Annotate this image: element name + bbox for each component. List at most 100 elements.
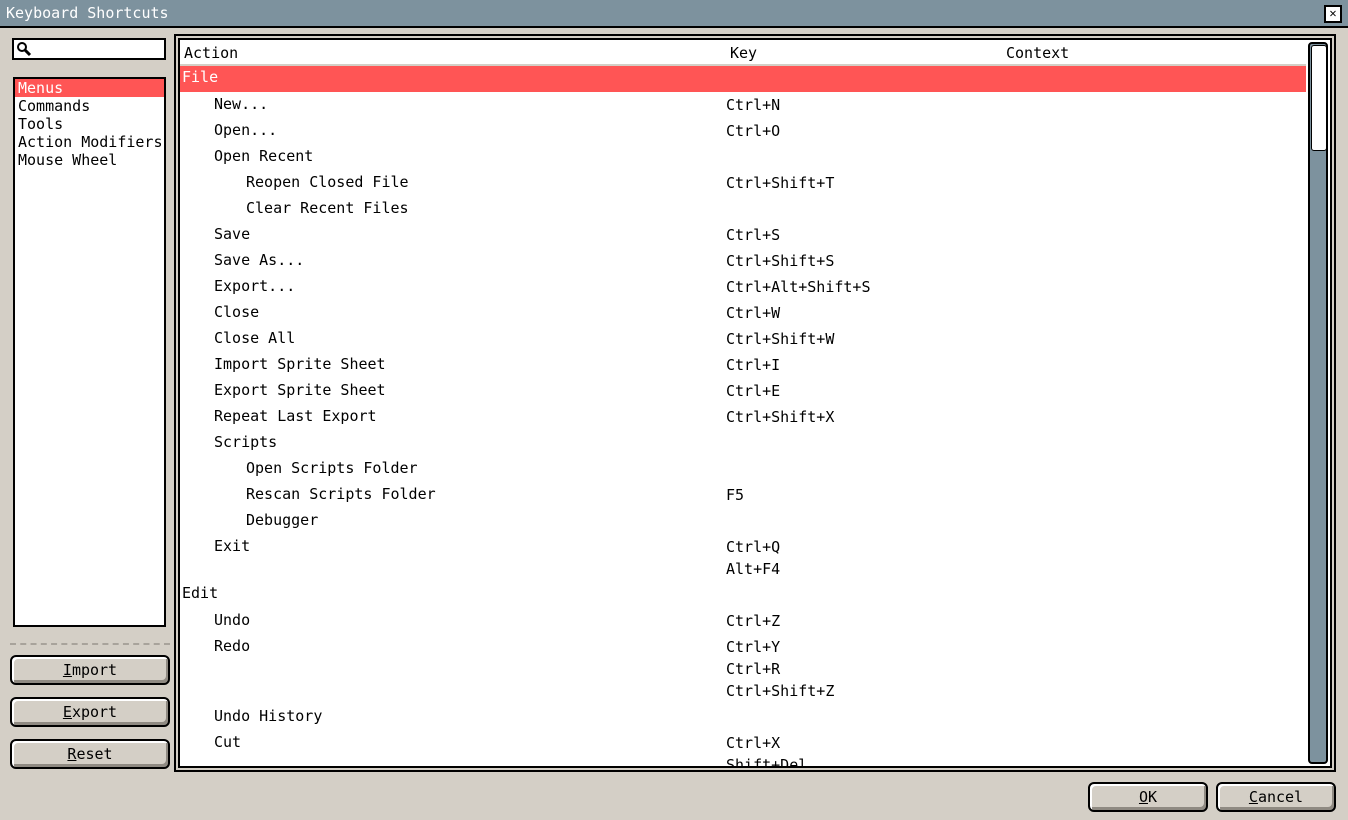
category-item[interactable]: Commands <box>15 97 164 115</box>
shortcut-key[interactable]: Ctrl+Shift+X <box>726 407 834 429</box>
table-row[interactable]: Edit <box>180 582 1306 608</box>
category-item[interactable]: Mouse Wheel <box>15 151 164 169</box>
reset-button[interactable]: Reset <box>10 739 170 769</box>
export-label: xport <box>71 703 118 721</box>
action-label: Close All <box>214 329 296 347</box>
action-label: Undo History <box>214 707 323 725</box>
window-title: Keyboard Shortcuts <box>6 4 169 22</box>
table-row[interactable]: Undo Ctrl+Z <box>180 608 1306 634</box>
ok-label: K <box>1148 788 1158 806</box>
import-mnemonic: I <box>62 661 72 679</box>
shortcut-key[interactable]: Ctrl+Shift+S <box>726 251 834 273</box>
table-row[interactable]: Rescan Scripts Folder F5 <box>180 482 1306 508</box>
shortcuts-table: Action Key Context File New... Ctrl+N Open.… <box>178 38 1332 768</box>
table-row[interactable]: Export Sprite Sheet Ctrl+E <box>180 378 1306 404</box>
category-item[interactable]: Menus <box>15 79 164 97</box>
table-row[interactable]: Repeat Last Export Ctrl+Shift+X <box>180 404 1306 430</box>
key-cell: Ctrl+Shift+S <box>726 251 834 273</box>
table-row[interactable]: Clear Recent Files <box>180 196 1306 222</box>
action-label: Export Sprite Sheet <box>214 381 386 399</box>
action-label: Close <box>214 303 260 321</box>
export-mnemonic: E <box>62 703 72 721</box>
category-list: Menus Commands Tools Action Modifiers Mouse … <box>13 77 166 627</box>
import-button[interactable]: Import <box>10 655 170 685</box>
table-row[interactable]: Close All Ctrl+Shift+W <box>180 326 1306 352</box>
cancel-button[interactable]: Cancel <box>1216 782 1336 812</box>
shortcut-key[interactable]: Ctrl+I <box>726 355 780 377</box>
shortcut-key[interactable]: Ctrl+Y <box>726 637 834 659</box>
export-button[interactable]: Export <box>10 697 170 727</box>
shortcut-key[interactable]: Ctrl+R <box>726 659 834 681</box>
key-cell: Ctrl+Shift+X <box>726 407 834 429</box>
shortcut-key[interactable]: Ctrl+Q <box>726 537 780 559</box>
column-header-context[interactable]: Context <box>1006 44 1069 62</box>
category-item[interactable]: Action Modifiers <box>15 133 164 151</box>
scrollbar-thumb[interactable] <box>1311 45 1327 151</box>
table-row[interactable]: Open... Ctrl+O <box>180 118 1306 144</box>
search-field[interactable] <box>12 38 166 60</box>
action-label: New... <box>214 95 269 113</box>
table-row[interactable]: File <box>180 66 1306 92</box>
key-cell: Ctrl+N <box>726 95 780 117</box>
import-label: mport <box>71 661 118 679</box>
action-label: Reopen Closed File <box>246 173 409 191</box>
column-header-action[interactable]: Action <box>184 44 238 62</box>
shortcut-key[interactable]: F5 <box>726 485 744 507</box>
key-cell: Ctrl+S <box>726 225 780 247</box>
shortcut-key[interactable]: Ctrl+Shift+W <box>726 329 834 351</box>
key-cell: Ctrl+Y Ctrl+R Ctrl+Shift+Z <box>726 637 834 703</box>
shortcut-key[interactable]: Ctrl+O <box>726 121 780 143</box>
table-row[interactable]: Save As... Ctrl+Shift+S <box>180 248 1306 274</box>
key-cell: Ctrl+Q Alt+F4 <box>726 537 780 581</box>
ok-button[interactable]: OK <box>1088 782 1208 812</box>
vertical-scrollbar[interactable] <box>1308 42 1328 764</box>
key-cell: Ctrl+X Shift+Del <box>726 733 807 766</box>
key-cell: Ctrl+Shift+T <box>726 173 834 195</box>
group-label: File <box>182 68 219 86</box>
close-icon[interactable]: ✕ <box>1324 5 1342 23</box>
shortcut-key[interactable]: Ctrl+S <box>726 225 780 247</box>
table-row[interactable]: Open Recent <box>180 144 1306 170</box>
table-row[interactable]: Undo History <box>180 704 1306 730</box>
table-row[interactable]: Debugger <box>180 508 1306 534</box>
table-row[interactable]: Open Scripts Folder <box>180 456 1306 482</box>
action-label: Export... <box>214 277 296 295</box>
table-row[interactable]: Exit Ctrl+Q Alt+F4 <box>180 534 1306 582</box>
shortcut-key[interactable]: Ctrl+Alt+Shift+S <box>726 277 871 299</box>
table-row[interactable]: Export... Ctrl+Alt+Shift+S <box>180 274 1306 300</box>
table-row[interactable]: Reopen Closed File Ctrl+Shift+T <box>180 170 1306 196</box>
action-label: Exit <box>214 537 251 555</box>
shortcut-key[interactable]: Ctrl+X <box>726 733 807 755</box>
shortcut-key[interactable]: Ctrl+W <box>726 303 780 325</box>
table-row[interactable]: Scripts <box>180 430 1306 456</box>
ok-mnemonic: O <box>1138 788 1148 806</box>
table-row[interactable]: Close Ctrl+W <box>180 300 1306 326</box>
table-row[interactable]: New... Ctrl+N <box>180 92 1306 118</box>
table-rows: File New... Ctrl+N Open... Ctrl+O Open Recent… <box>180 66 1306 766</box>
shortcut-key[interactable]: Ctrl+N <box>726 95 780 117</box>
table-row[interactable]: Cut Ctrl+X Shift+Del <box>180 730 1306 766</box>
table-row[interactable]: Import Sprite Sheet Ctrl+I <box>180 352 1306 378</box>
cancel-label: ancel <box>1257 788 1304 806</box>
search-input[interactable] <box>34 40 162 58</box>
title-bar: Keyboard Shortcuts ✕ <box>0 0 1348 28</box>
table-row[interactable]: Redo Ctrl+Y Ctrl+R Ctrl+Shift+Z <box>180 634 1306 704</box>
shortcut-key[interactable]: Ctrl+Shift+T <box>726 173 834 195</box>
table-row[interactable]: Save Ctrl+S <box>180 222 1306 248</box>
action-label: Cut <box>214 733 242 751</box>
key-cell: Ctrl+Shift+W <box>726 329 834 351</box>
shortcut-key[interactable]: Shift+Del <box>726 755 807 766</box>
column-header-key[interactable]: Key <box>730 44 757 62</box>
group-label: Edit <box>182 584 219 602</box>
shortcut-key[interactable]: Alt+F4 <box>726 559 780 581</box>
action-label: Save <box>214 225 251 243</box>
action-label: Open Scripts Folder <box>246 459 418 477</box>
action-label: Import Sprite Sheet <box>214 355 386 373</box>
shortcut-key[interactable]: Ctrl+E <box>726 381 780 403</box>
shortcut-key[interactable]: Ctrl+Shift+Z <box>726 681 834 703</box>
key-cell: Ctrl+E <box>726 381 780 403</box>
cancel-mnemonic: C <box>1248 788 1258 806</box>
category-item[interactable]: Tools <box>15 115 164 133</box>
shortcut-key[interactable]: Ctrl+Z <box>726 611 780 633</box>
action-label: Repeat Last Export <box>214 407 377 425</box>
